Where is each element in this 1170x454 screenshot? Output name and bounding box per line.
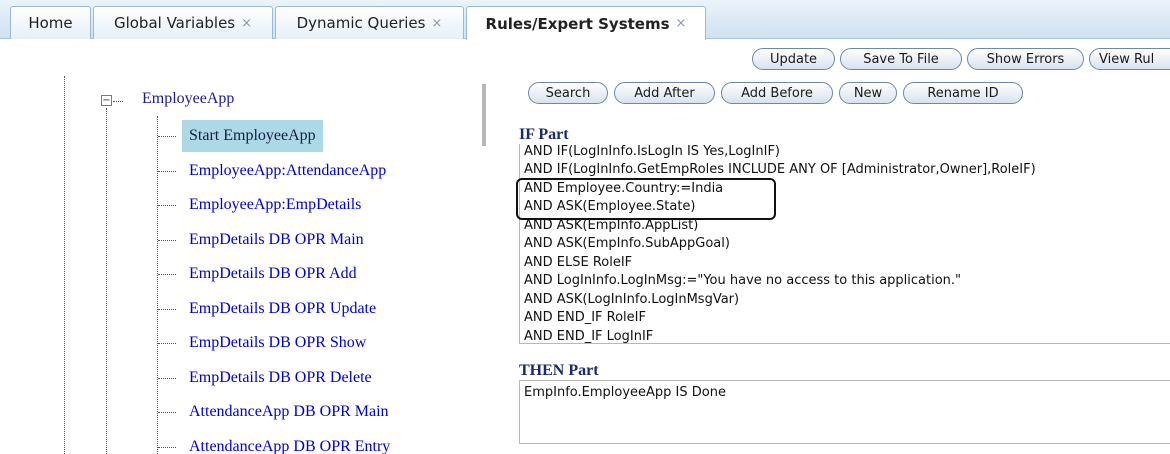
then-line: EmpInfo.EmployeeApp IS Done <box>524 385 726 400</box>
if-line: AND ASK(Employee.State) <box>524 199 696 214</box>
if-line: AND END_IF LogInIF <box>524 329 654 344</box>
show-errors-button[interactable]: Show Errors <box>967 48 1084 70</box>
tree-guide-line <box>106 108 107 454</box>
if-line: AND Employee.Country:=India <box>524 181 724 196</box>
if-line: AND ASK(EmpInfo.AppList) <box>524 218 699 233</box>
tree-item-empdetails-update[interactable]: EmpDetails DB OPR Update <box>182 293 383 325</box>
tab-dynamic-queries[interactable]: Dynamic Queries × <box>275 6 464 39</box>
rename-id-button[interactable]: Rename ID <box>903 82 1023 104</box>
panel-splitter[interactable] <box>482 84 486 146</box>
add-before-button[interactable]: Add Before <box>721 82 833 104</box>
tree-item-employeeapp-empdetails[interactable]: EmployeeApp:EmpDetails <box>182 189 368 221</box>
save-to-file-button[interactable]: Save To File <box>840 48 962 70</box>
tab-label: Global Variables <box>113 14 236 32</box>
tree-item-attendanceapp-main[interactable]: AttendanceApp DB OPR Main <box>182 396 396 428</box>
then-part-title: THEN Part <box>519 362 599 379</box>
tree-guide-line <box>158 136 176 137</box>
tree-guide-line <box>158 447 176 448</box>
add-after-button[interactable]: Add After <box>614 82 715 104</box>
if-line: AND LogInInfo.LogInMsg:="You have no acc… <box>524 273 962 288</box>
rule-tree: − EmployeeApp Start EmployeeApp Employee… <box>0 64 490 454</box>
tree-guide-line <box>158 205 176 206</box>
update-button[interactable]: Update <box>752 48 835 70</box>
tree-guide-line <box>158 378 176 379</box>
if-line: AND ELSE RoleIF <box>524 255 633 270</box>
new-button[interactable]: New <box>839 82 897 104</box>
tab-label: Dynamic Queries <box>296 14 426 32</box>
if-line: AND IF(LogInInfo.GetEmpRoles INCLUDE ANY… <box>524 162 1036 177</box>
tab-home[interactable]: Home <box>10 6 91 39</box>
tree-item-empdetails-show[interactable]: EmpDetails DB OPR Show <box>182 327 373 359</box>
collapse-icon[interactable]: − <box>101 95 112 106</box>
tab-label: Rules/Expert Systems <box>485 14 670 33</box>
if-part-title: IF Part <box>519 126 569 143</box>
close-icon[interactable]: × <box>241 16 252 31</box>
close-icon[interactable]: × <box>431 16 442 31</box>
tree-guide-line <box>157 116 158 454</box>
view-rules-button[interactable]: View Rul <box>1089 48 1170 70</box>
tree-guide-line <box>158 343 176 344</box>
tree-guide-line <box>158 240 176 241</box>
tree-guide-line <box>113 101 123 102</box>
tree-item-start-employeeapp[interactable]: Start EmployeeApp <box>182 120 323 152</box>
then-part-editor[interactable]: EmpInfo.EmployeeApp IS Done <box>519 380 1170 444</box>
if-line: AND ASK(LogInInfo.LogInMsgVar) <box>524 292 740 307</box>
tree-guide-line <box>158 274 176 275</box>
tree-root-employeeapp[interactable]: EmployeeApp <box>142 90 234 108</box>
if-line: AND END_IF RoleIF <box>524 310 646 325</box>
tree-guide-line <box>64 76 65 454</box>
close-icon[interactable]: × <box>676 16 687 31</box>
tree-item-empdetails-add[interactable]: EmpDetails DB OPR Add <box>182 258 364 290</box>
search-button[interactable]: Search <box>528 82 608 104</box>
tab-rules-expert-systems[interactable]: Rules/Expert Systems × <box>466 6 706 40</box>
tab-label: Home <box>28 14 73 32</box>
tree-item-attendanceapp-entry[interactable]: AttendanceApp DB OPR Entry <box>182 431 397 454</box>
tree-item-empdetails-delete[interactable]: EmpDetails DB OPR Delete <box>182 362 379 394</box>
tree-guide-line <box>158 412 176 413</box>
tree-item-employeeapp-attendanceapp[interactable]: EmployeeApp:AttendanceApp <box>182 155 393 187</box>
tree-guide-line <box>158 309 176 310</box>
tab-global-variables[interactable]: Global Variables × <box>93 6 273 39</box>
if-line: AND ASK(EmpInfo.SubAppGoal) <box>524 236 730 251</box>
tree-item-empdetails-main[interactable]: EmpDetails DB OPR Main <box>182 224 371 256</box>
tree-guide-line <box>158 171 176 172</box>
tab-bar: Home Global Variables × Dynamic Queries … <box>0 0 1170 40</box>
if-part-editor[interactable]: AND IF(LogInInfo.IsLogIn IS Yes,LogInIF)… <box>519 144 1170 344</box>
if-line: AND IF(LogInInfo.IsLogIn IS Yes,LogInIF) <box>524 144 780 159</box>
